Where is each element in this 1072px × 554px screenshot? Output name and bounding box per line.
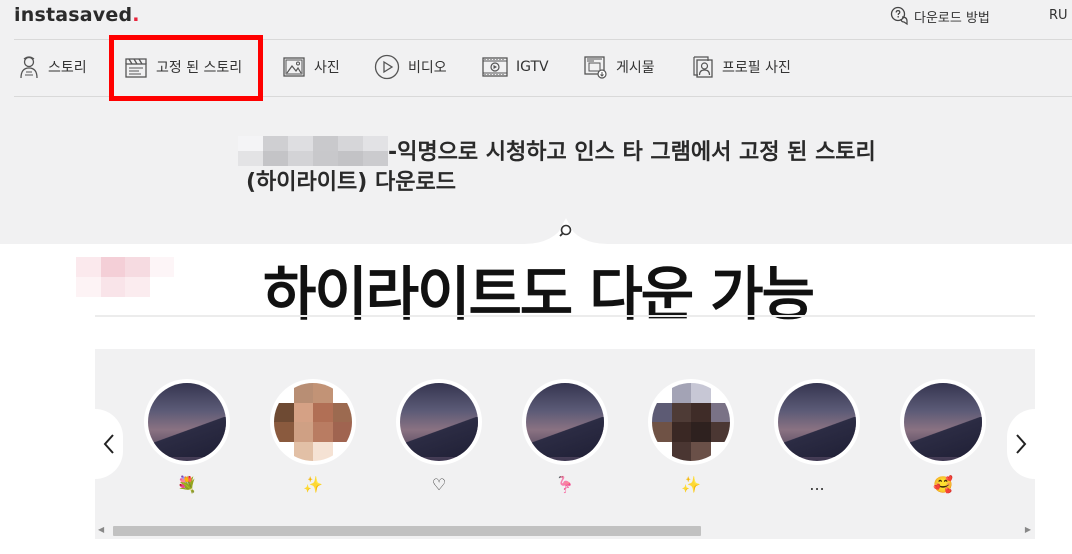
avatar-ring bbox=[396, 379, 482, 465]
nav-item-photos[interactable]: 사진 bbox=[282, 54, 340, 80]
tv-icon bbox=[482, 57, 508, 77]
chevron-left-icon bbox=[103, 434, 114, 454]
logo[interactable]: instasaved. bbox=[14, 4, 140, 26]
nav-label: 비디오 bbox=[408, 60, 447, 76]
chevron-right-icon bbox=[1016, 434, 1027, 454]
highlights-carousel: 💐 ✨ ♡ 🦩 ✨ ... 🥰 bbox=[95, 349, 1035, 539]
nav-item-igtv[interactable]: IGTV bbox=[482, 54, 549, 80]
nav-label: 사진 bbox=[314, 60, 340, 76]
highlight-cover-pixelated bbox=[274, 383, 352, 461]
highlight-label: 🦩 bbox=[555, 475, 575, 494]
highlight-cover-pixelated bbox=[652, 383, 730, 461]
nav-label: IGTV bbox=[516, 59, 549, 75]
highlight-item[interactable]: ... bbox=[772, 379, 862, 499]
highlight-cover bbox=[778, 383, 856, 461]
avatar-ring bbox=[648, 379, 734, 465]
language-switch[interactable]: RU bbox=[1049, 8, 1068, 23]
scroll-right-arrow-icon[interactable]: ▶ bbox=[1025, 525, 1031, 534]
nav-item-profile-photo[interactable]: 프로필 사진 bbox=[690, 54, 791, 80]
overlay-caption: 하이라이트도 다운 가능 bbox=[263, 260, 815, 328]
carousel-scrollbar[interactable]: ◀ ▶ bbox=[95, 522, 1035, 538]
scrollbar-thumb[interactable] bbox=[113, 526, 701, 536]
highlight-item[interactable]: ✨ bbox=[646, 379, 736, 499]
post-icon bbox=[584, 56, 607, 79]
nav-label: 프로필 사진 bbox=[722, 60, 791, 76]
highlight-label: ♡ bbox=[431, 475, 447, 494]
highlight-item[interactable]: 💐 bbox=[142, 379, 232, 499]
nav-item-videos[interactable]: 비디오 bbox=[374, 54, 447, 80]
avatar-ring bbox=[270, 379, 356, 465]
photo-icon bbox=[283, 57, 305, 77]
highlight-label: 🥰 bbox=[933, 475, 953, 494]
how-to-download-link[interactable]: 다운로드 방법 bbox=[890, 6, 990, 26]
carousel-prev-button[interactable] bbox=[95, 409, 123, 479]
highlight-cover bbox=[904, 383, 982, 461]
profile-photo-icon bbox=[693, 56, 713, 78]
avatar-ring bbox=[774, 379, 860, 465]
highlight-cover bbox=[148, 383, 226, 461]
blurred-avatar bbox=[76, 257, 174, 297]
nav-label: 스토리 bbox=[48, 60, 87, 76]
how-to-label: 다운로드 방법 bbox=[914, 10, 990, 26]
highlight-label: 💐 bbox=[177, 475, 197, 494]
highlight-cover bbox=[400, 383, 478, 461]
help-chat-icon bbox=[890, 6, 908, 26]
highlight-label: ✨ bbox=[681, 475, 701, 494]
story-icon bbox=[20, 56, 38, 79]
highlight-label: ✨ bbox=[303, 475, 323, 494]
search-tab[interactable] bbox=[524, 216, 608, 246]
nav-item-posts[interactable]: 게시물 bbox=[584, 54, 655, 80]
top-bar: instasaved. 다운로드 방법 RU bbox=[0, 0, 1072, 40]
avatar-ring bbox=[522, 379, 608, 465]
highlight-item[interactable]: ✨ bbox=[268, 379, 358, 499]
nav-label: 게시물 bbox=[616, 60, 655, 76]
highlight-item[interactable]: ♡ bbox=[394, 379, 484, 499]
play-icon bbox=[374, 54, 400, 80]
blurred-username bbox=[238, 136, 388, 166]
scroll-left-arrow-icon[interactable]: ◀ bbox=[98, 525, 104, 534]
highlight-cover bbox=[526, 383, 604, 461]
highlight-label: ... bbox=[809, 475, 825, 494]
highlight-item[interactable]: 🥰 bbox=[898, 379, 988, 499]
avatar-ring bbox=[900, 379, 986, 465]
carousel-next-button[interactable] bbox=[1007, 409, 1035, 479]
avatar-ring bbox=[144, 379, 230, 465]
nav-item-stories[interactable]: 스토리 bbox=[18, 54, 87, 80]
highlight-item[interactable]: 🦩 bbox=[520, 379, 610, 499]
content-divider bbox=[95, 315, 1035, 317]
highlight-annotation-box bbox=[109, 35, 263, 101]
